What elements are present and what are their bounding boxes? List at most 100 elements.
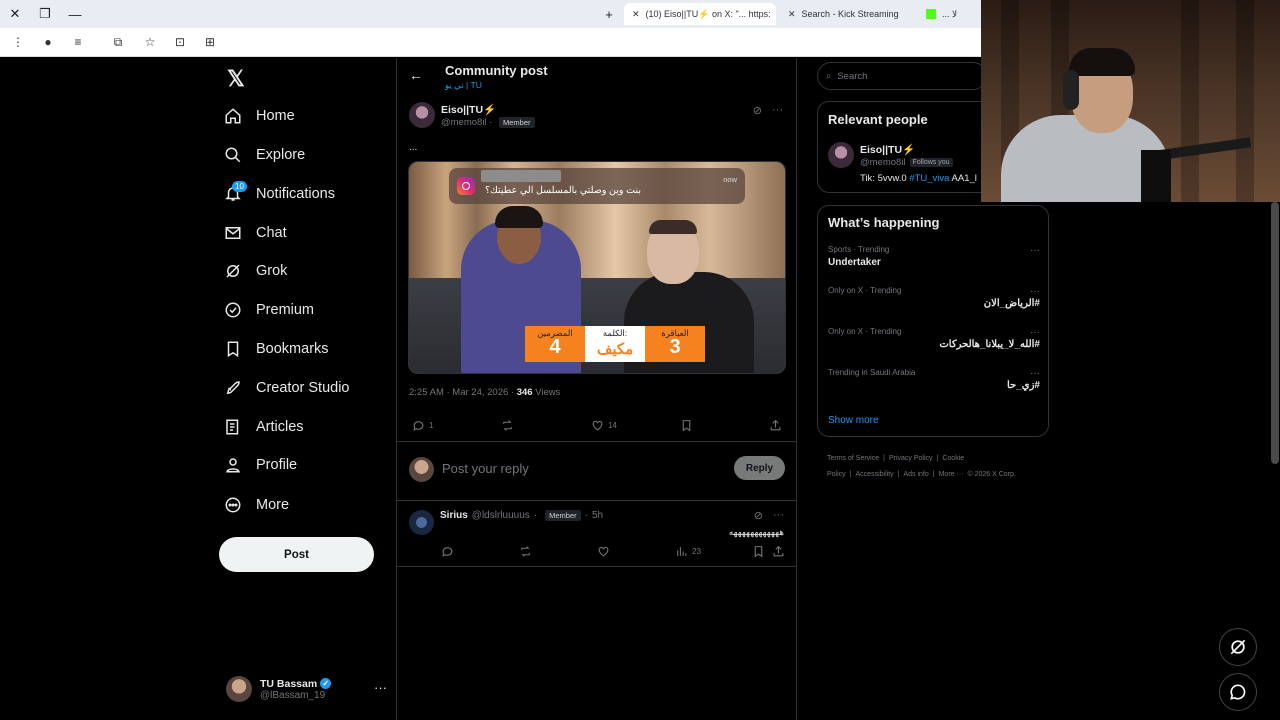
grok-icon[interactable]: ⊘	[754, 509, 763, 522]
nav-item-profile[interactable]: Profile	[224, 448, 297, 482]
avatar[interactable]	[828, 142, 854, 168]
bookmark-action[interactable]	[680, 419, 693, 432]
like-action[interactable]: 14	[591, 419, 617, 432]
grok-icon	[224, 262, 242, 280]
trend-item[interactable]: Trending in Saudi Arabia #زي_حا ···	[828, 368, 1040, 391]
reader-icon[interactable]: ≡	[66, 30, 90, 54]
grok-icon	[1230, 639, 1246, 655]
more-icon[interactable]: ···	[1030, 286, 1040, 297]
trend-item[interactable]: Only on X · Trending #الله_لا_يبلانا_هالح…	[828, 327, 1040, 350]
person-handle[interactable]: @memo8il	[860, 157, 906, 168]
browser-tab-active[interactable]: ✕ (10) Eiso||TU⚡ on X: "... https:	[624, 3, 776, 25]
nav-item-explore[interactable]: Explore	[224, 138, 305, 172]
share-icon	[773, 545, 784, 557]
hashtag-link[interactable]: #TU_viva	[909, 173, 949, 184]
nav-item-chat[interactable]: Chat	[224, 216, 287, 250]
comment-time[interactable]: 5h	[592, 510, 603, 521]
reply-action[interactable]: 1	[412, 419, 433, 432]
extensions-icon[interactable]: ⧉	[106, 30, 130, 54]
like-action[interactable]	[597, 545, 610, 558]
minimize-window-icon[interactable]: —	[60, 0, 90, 28]
post-media[interactable]: بنت وين وصلتي بالمسلسل الي عطيتك؟ now ال…	[408, 161, 786, 374]
page-header: ← Community post تي يو | TU	[397, 58, 796, 96]
footer-link[interactable]: Privacy Policy	[889, 455, 933, 462]
new-tab-icon[interactable]: +	[594, 0, 624, 28]
footer-link[interactable]: More ···	[939, 471, 964, 478]
author-name[interactable]: Eiso||TU⚡	[441, 103, 496, 116]
share-action[interactable]	[772, 545, 785, 558]
reply-button[interactable]: Reply	[734, 456, 785, 480]
footer-separator: |	[849, 471, 852, 478]
nav-item-more[interactable]: More	[224, 488, 289, 522]
sidebar-toggle-icon[interactable]: ⋮	[6, 30, 30, 54]
scrollbar[interactable]	[1271, 202, 1279, 464]
nav-item-home[interactable]: Home	[224, 99, 295, 133]
browser-tab-third[interactable]: ... لا	[918, 3, 981, 25]
browser-tab-kick[interactable]: ✕ Search - Kick Streaming	[780, 3, 920, 25]
x-logo-icon[interactable]: 𝕏	[227, 66, 245, 92]
avatar[interactable]	[409, 102, 435, 128]
bookmark-action[interactable]	[752, 545, 765, 558]
author-handle[interactable]: @memo8il	[441, 117, 487, 128]
more-icon[interactable]: ···	[1030, 368, 1040, 379]
back-arrow-icon[interactable]: ←	[409, 67, 423, 83]
nav-item-articles[interactable]: Articles	[224, 410, 304, 444]
person-name[interactable]: Eiso||TU⚡	[860, 143, 915, 156]
show-more-link[interactable]: Show more	[828, 415, 879, 426]
nav-item-grok[interactable]: Grok	[224, 254, 287, 288]
footer-separator: |	[883, 455, 885, 462]
community-link[interactable]: تي يو | TU	[445, 80, 482, 91]
share-action[interactable]	[769, 419, 782, 432]
post-button[interactable]: Post	[219, 537, 374, 572]
avatar[interactable]	[409, 510, 434, 535]
footer-separator: |	[936, 455, 939, 462]
reply-input[interactable]: Post your reply	[442, 461, 529, 476]
nav-item-creator-studio[interactable]: Creator Studio	[224, 371, 350, 405]
comment-handle[interactable]: @ldslrluuuus	[472, 510, 530, 521]
nav-item-premium[interactable]: Premium	[224, 293, 314, 327]
search-icon	[224, 146, 242, 164]
search-input[interactable]: ⌕ Search	[817, 62, 987, 90]
rocket-icon	[224, 379, 242, 397]
panel-title: What’s happening	[828, 215, 940, 230]
score-value: 3	[669, 336, 681, 358]
close-window-icon[interactable]: ✕	[0, 0, 30, 28]
comment-author[interactable]: Sirius	[440, 510, 468, 521]
comment-item[interactable]: Sirius @ldslrluuuus · Member · 5h ⊘ ··· …	[397, 501, 796, 567]
profile-icon[interactable]: ●	[36, 30, 60, 54]
more-icon[interactable]: ···	[773, 509, 784, 522]
account-switcher[interactable]: TU Bassam ✓ @lBassam_19 ···	[226, 672, 387, 706]
footer-link[interactable]: Ads info	[903, 471, 928, 478]
more-icon[interactable]: ···	[1030, 245, 1040, 256]
collections-icon[interactable]: ⊞	[198, 30, 222, 54]
repost-action[interactable]	[501, 419, 514, 432]
reply-icon	[442, 547, 453, 557]
reply-action[interactable]	[441, 545, 454, 558]
more-icon[interactable]: ···	[1030, 327, 1040, 338]
tab-close-icon[interactable]: ✕	[788, 9, 796, 20]
nav-item-notifications[interactable]: 10 Notifications	[224, 177, 335, 211]
views-action[interactable]: 23	[675, 545, 701, 558]
chat-floating-button[interactable]	[1219, 673, 1257, 711]
tab-close-icon[interactable]: ✕	[632, 9, 640, 20]
author-handle-row: @memo8il · Member	[441, 117, 535, 128]
restore-window-icon[interactable]: ❐	[30, 0, 60, 28]
nav-label: Home	[256, 108, 295, 124]
star-icon[interactable]: ☆	[138, 30, 162, 54]
instagram-notification: بنت وين وصلتي بالمسلسل الي عطيتك؟ now	[449, 168, 745, 204]
trend-item[interactable]: Only on X · Trending #الرياض_الان ···	[828, 286, 1040, 309]
tab-search-icon[interactable]: ⊡	[168, 30, 192, 54]
trend-topic: #الله_لا_يبلانا_هالحركات	[939, 339, 1040, 350]
footer-link[interactable]: Accessibility	[856, 471, 894, 478]
more-icon[interactable]: ···	[374, 680, 387, 695]
home-icon	[224, 107, 242, 125]
nav-item-bookmarks[interactable]: Bookmarks	[224, 332, 329, 366]
curtain-fold	[1236, 0, 1254, 202]
repost-action[interactable]	[519, 545, 532, 558]
grok-floating-button[interactable]	[1219, 628, 1257, 666]
footer-link[interactable]: © 2026 X Corp.	[967, 471, 1015, 478]
footer-link[interactable]: Terms of Service	[827, 455, 879, 462]
trend-item[interactable]: Sports · Trending Undertaker ···	[828, 245, 1040, 268]
grok-icon[interactable]: ⊘	[753, 104, 762, 117]
more-icon[interactable]: ···	[772, 104, 783, 117]
